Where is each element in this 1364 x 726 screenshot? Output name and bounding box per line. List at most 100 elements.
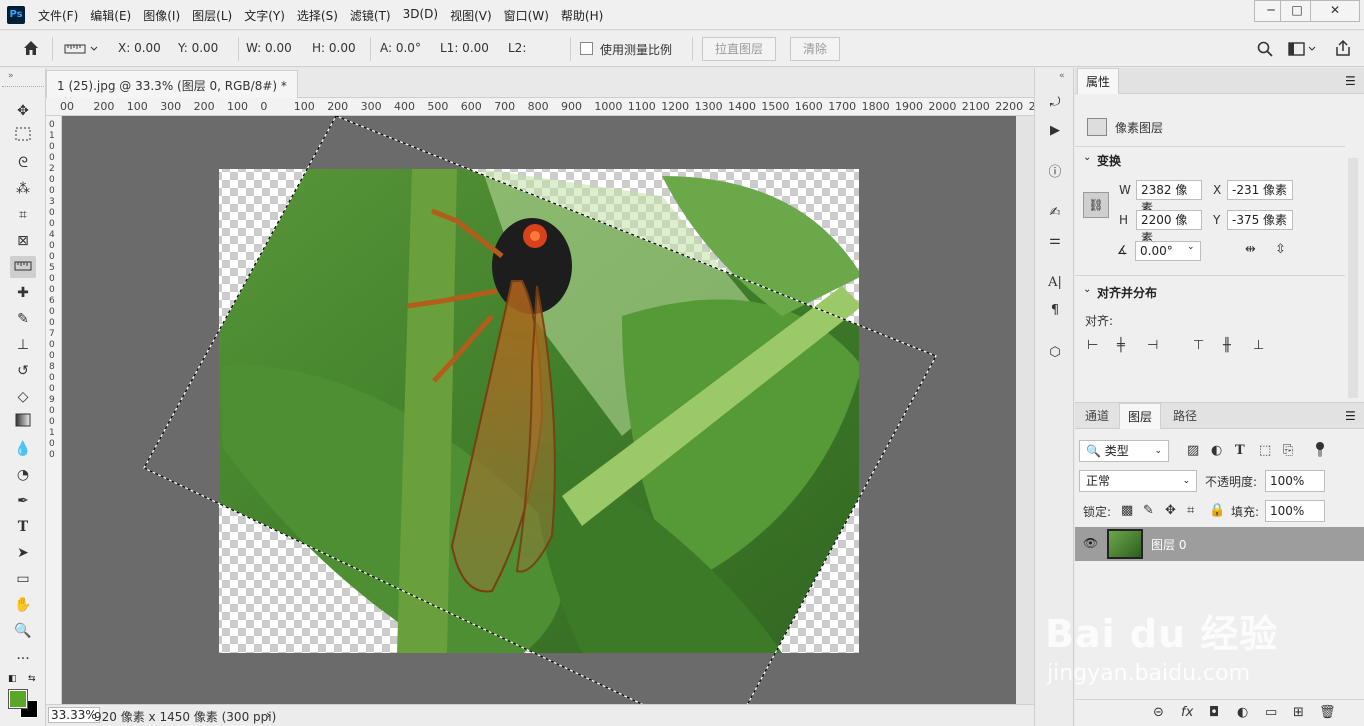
workspace-icon[interactable]: [1288, 40, 1318, 58]
share-icon[interactable]: [1334, 39, 1352, 57]
info-panel-icon[interactable]: ⓘ: [1043, 162, 1067, 184]
magic-wand-tool-icon[interactable]: ⁂: [10, 178, 36, 200]
lock-transparent-icon[interactable]: ▩: [1121, 503, 1133, 518]
menu-layer[interactable]: 图层(L): [192, 7, 232, 24]
pen-tool-icon[interactable]: ✒: [10, 490, 36, 512]
lock-image-icon[interactable]: ✎: [1143, 503, 1154, 518]
transform-collapse-icon[interactable]: ⌄: [1083, 152, 1091, 163]
zoom-tool-icon[interactable]: 🔍: [10, 620, 36, 642]
menu-help[interactable]: 帮助(H): [561, 7, 603, 24]
ruler-tool-preset-icon[interactable]: [64, 40, 100, 58]
visibility-eye-icon[interactable]: 👁: [1083, 536, 1098, 550]
opacity-field[interactable]: 100%: [1265, 470, 1325, 492]
layers-menu-icon[interactable]: ☰: [1345, 409, 1356, 423]
search-icon[interactable]: [1256, 40, 1274, 58]
eraser-tool-icon[interactable]: ◇: [10, 386, 36, 408]
x-field[interactable]: -231 像素: [1227, 180, 1293, 200]
flip-vertical-icon[interactable]: ⇳: [1275, 242, 1286, 257]
menu-type[interactable]: 文字(Y): [244, 7, 285, 24]
crop-tool-icon[interactable]: ⌗: [10, 204, 36, 226]
filter-toggle-icon[interactable]: [1315, 439, 1325, 461]
layer-style-icon[interactable]: fx: [1181, 705, 1193, 720]
align-collapse-icon[interactable]: ⌄: [1083, 284, 1091, 295]
history-panel-icon[interactable]: ⤾: [1043, 92, 1067, 114]
fill-field[interactable]: 100%: [1265, 500, 1325, 522]
move-tool-icon[interactable]: ✥: [10, 100, 36, 122]
foreground-color-swatch[interactable]: [8, 689, 28, 709]
new-group-icon[interactable]: ▭: [1265, 705, 1277, 720]
tab-properties[interactable]: 属性: [1077, 68, 1120, 94]
frame-tool-icon[interactable]: ⊠: [10, 230, 36, 252]
use-scale-checkbox[interactable]: [580, 42, 593, 55]
menu-3d[interactable]: 3D(D): [403, 7, 438, 24]
lock-position-icon[interactable]: ✥: [1165, 503, 1176, 518]
layer-filter-select[interactable]: 🔍 类型 ⌄: [1079, 440, 1169, 462]
brush-tool-icon[interactable]: ✎: [10, 308, 36, 330]
tab-layers[interactable]: 图层: [1119, 403, 1162, 429]
vertical-scrollbar[interactable]: [1016, 116, 1034, 704]
menu-select[interactable]: 选择(S): [297, 7, 338, 24]
default-colors-icon[interactable]: ◧: [8, 674, 17, 684]
flip-horizontal-icon[interactable]: ⇹: [1245, 242, 1256, 257]
home-icon[interactable]: [22, 39, 42, 59]
height-field[interactable]: 2200 像素: [1136, 210, 1202, 245]
marquee-tool-icon[interactable]: [10, 126, 36, 148]
dodge-tool-icon[interactable]: ◔: [10, 464, 36, 486]
blur-tool-icon[interactable]: 💧: [10, 438, 36, 460]
align-left-icon[interactable]: ⊢: [1087, 338, 1098, 353]
menu-image[interactable]: 图像(I): [143, 7, 180, 24]
filter-pixel-icon[interactable]: ▨: [1187, 443, 1199, 458]
maximize-button[interactable]: □: [1280, 0, 1314, 22]
canvas-area[interactable]: [62, 116, 1016, 704]
tab-channels[interactable]: 通道: [1077, 403, 1117, 429]
tab-paths[interactable]: 路径: [1165, 403, 1205, 429]
delete-layer-icon[interactable]: 🗑: [1319, 705, 1336, 720]
filter-shape-icon[interactable]: ⬚: [1259, 443, 1271, 458]
width-field[interactable]: 2382 像素: [1136, 180, 1202, 215]
link-layers-icon[interactable]: ⊝: [1153, 705, 1164, 720]
path-selection-tool-icon[interactable]: ➤: [10, 542, 36, 564]
lasso-tool-icon[interactable]: ᘓ: [10, 152, 36, 174]
type-tool-icon[interactable]: T: [10, 516, 36, 538]
new-layer-icon[interactable]: ⊞: [1293, 705, 1304, 720]
history-brush-tool-icon[interactable]: ↺: [10, 360, 36, 382]
menu-edit[interactable]: 编辑(E): [90, 7, 131, 24]
rectangle-tool-icon[interactable]: ▭: [10, 568, 36, 590]
document-tab[interactable]: 1 (25).jpg @ 33.3% (图层 0, RGB/8#) * ×: [46, 70, 298, 108]
menu-view[interactable]: 视图(V): [450, 7, 492, 24]
close-window-button[interactable]: ✕: [1310, 0, 1360, 22]
align-center-v-icon[interactable]: ╫: [1223, 338, 1231, 353]
adjustments-panel-icon[interactable]: ⚌: [1043, 230, 1067, 252]
ruler-tool-icon[interactable]: [10, 256, 36, 278]
hand-tool-icon[interactable]: ✋: [10, 594, 36, 616]
y-field[interactable]: -375 像素: [1227, 210, 1293, 230]
zoom-level-field[interactable]: 33.33%: [48, 707, 100, 723]
filter-adjustment-icon[interactable]: ◐: [1211, 443, 1222, 458]
clone-stamp-tool-icon[interactable]: ⊥: [10, 334, 36, 356]
paragraph-panel-icon[interactable]: ¶: [1043, 300, 1067, 322]
align-bottom-icon[interactable]: ⊥: [1253, 338, 1264, 353]
menu-filter[interactable]: 滤镜(T): [350, 7, 391, 24]
lock-artboard-icon[interactable]: ⌗: [1187, 503, 1194, 518]
gradient-tool-icon[interactable]: [10, 412, 36, 434]
panel-menu-icon[interactable]: ☰: [1345, 74, 1356, 88]
more-tools-icon[interactable]: ···: [10, 648, 36, 670]
layer-row[interactable]: 👁 图层 0: [1075, 527, 1364, 561]
align-right-icon[interactable]: ⊣: [1147, 338, 1158, 353]
lock-all-icon[interactable]: 🔒: [1209, 503, 1225, 518]
adjustment-layer-icon[interactable]: ◐: [1237, 705, 1248, 720]
expand-panels-icon[interactable]: «: [1059, 71, 1065, 81]
add-mask-icon[interactable]: ◘: [1209, 705, 1219, 720]
filter-type-icon[interactable]: T: [1235, 443, 1245, 458]
blend-mode-select[interactable]: 正常 ⌄: [1079, 470, 1197, 492]
healing-brush-tool-icon[interactable]: ✚: [10, 282, 36, 304]
properties-scrollbar[interactable]: [1348, 158, 1358, 398]
menu-window[interactable]: 窗口(W): [504, 7, 549, 24]
straighten-layer-button[interactable]: 拉直图层: [702, 37, 777, 61]
swap-colors-icon[interactable]: ⇆: [28, 674, 36, 684]
align-center-h-icon[interactable]: ╪: [1117, 338, 1125, 353]
filter-smart-object-icon[interactable]: ⎘: [1283, 443, 1293, 458]
brush-settings-panel-icon[interactable]: ✍: [1043, 202, 1067, 224]
link-dimensions-icon[interactable]: ⛓: [1083, 192, 1109, 218]
align-top-icon[interactable]: ⊤: [1193, 338, 1204, 353]
